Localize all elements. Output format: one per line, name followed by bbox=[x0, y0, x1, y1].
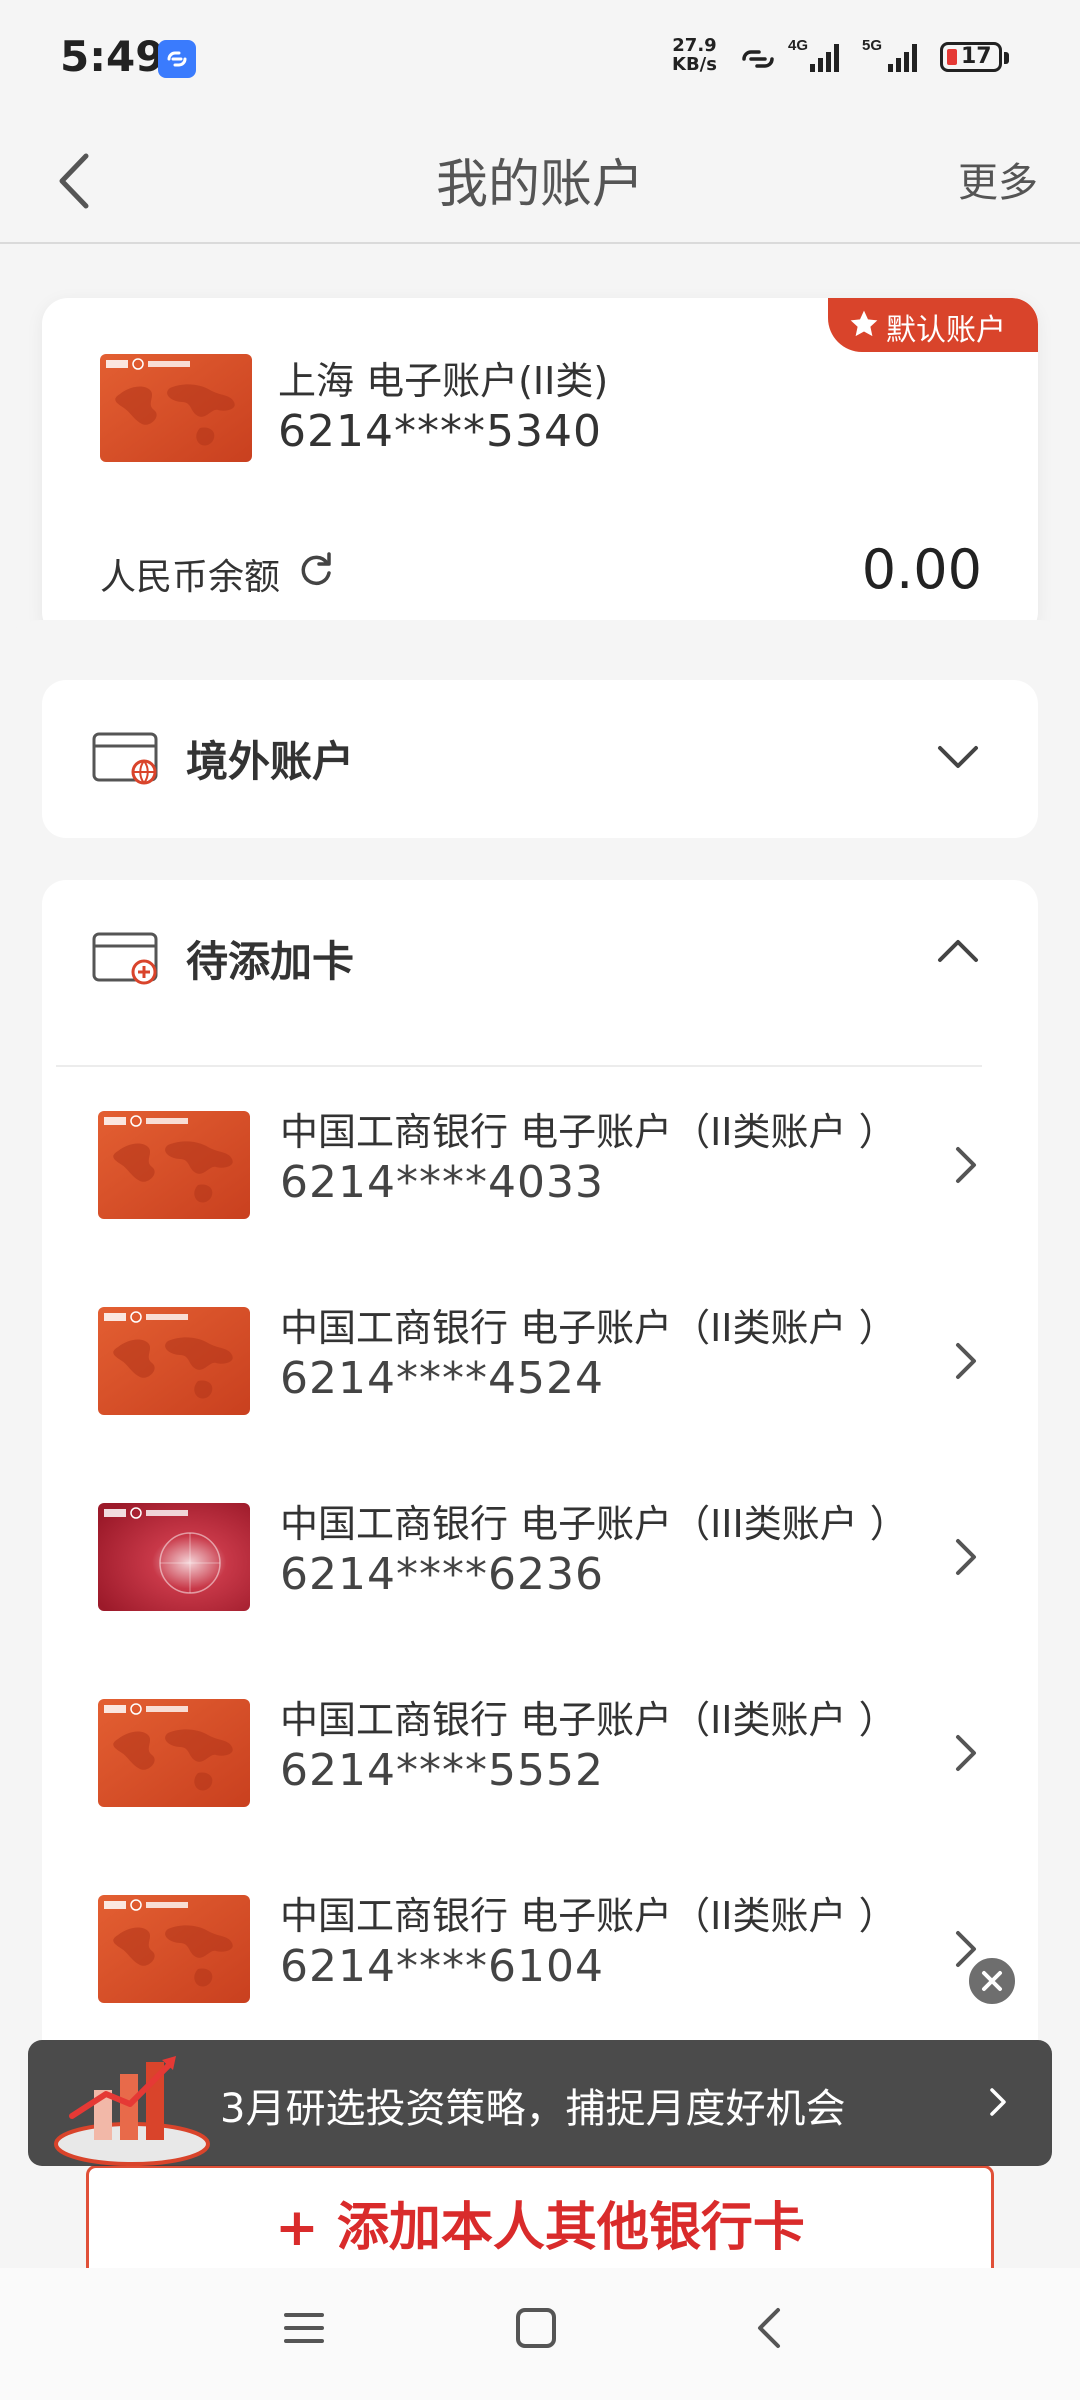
card-name: 中国工商银行 电子账户（II类账户 ） bbox=[280, 1698, 897, 1742]
bank-card-image bbox=[98, 1895, 250, 2003]
card-name: 中国工商银行 电子账户（II类账户 ） bbox=[280, 1110, 897, 1154]
bank-card-image bbox=[98, 1503, 250, 1611]
refresh-icon[interactable] bbox=[296, 549, 336, 589]
default-account-card[interactable]: 默认账户 上海 电子账户(II类) 6214****5340 人民币余额 0.0… bbox=[42, 298, 1038, 638]
chevron-right-icon bbox=[956, 1735, 976, 1771]
bank-card-image bbox=[98, 1307, 250, 1415]
card-number: 6214****5552 bbox=[280, 1745, 604, 1796]
close-icon bbox=[982, 1971, 1002, 1991]
card-list-item[interactable]: 中国工商银行 电子账户（II类账户 ） 6214****5552 bbox=[42, 1655, 1038, 1851]
menu-icon[interactable] bbox=[282, 2306, 326, 2350]
promo-banner[interactable]: 3月研选投资策略，捕捉月度好机会 bbox=[28, 2040, 1052, 2166]
investment-chart-illustration bbox=[54, 2056, 210, 2166]
chevron-right-icon bbox=[956, 1539, 976, 1575]
card-list-item[interactable]: 中国工商银行 电子账户（III类账户 ） 6214****6236 bbox=[42, 1459, 1038, 1655]
card-number: 6214****4524 bbox=[280, 1353, 604, 1404]
star-icon bbox=[850, 310, 878, 337]
card-list-item[interactable]: 中国工商银行 电子账户（II类账户 ） 6214****4033 bbox=[42, 1067, 1038, 1263]
balance-label: 人民币余额 bbox=[100, 557, 281, 598]
back-icon[interactable] bbox=[748, 2306, 792, 2350]
add-card-icon bbox=[92, 932, 158, 985]
card-list-item[interactable]: 中国工商银行 电子账户（II类账户 ） 6214****6104 bbox=[42, 1851, 1038, 2047]
page-title: 我的账户 bbox=[435, 155, 644, 215]
app-header: 我的账户 更多 bbox=[0, 120, 1080, 244]
balance-value: 0.00 bbox=[861, 538, 982, 601]
pending-cards-section[interactable]: 待添加卡 bbox=[42, 880, 1038, 1080]
chevron-right-icon bbox=[990, 2088, 1006, 2116]
net-speed: 27.9 KB/s bbox=[672, 35, 717, 75]
bank-card-image bbox=[100, 354, 252, 462]
chevron-down-icon[interactable] bbox=[934, 740, 982, 772]
overseas-accounts-section[interactable]: 境外账户 bbox=[42, 680, 1038, 838]
card-list-item[interactable]: 中国工商银行 电子账户（II类账户 ） 6214****4524 bbox=[42, 1263, 1038, 1459]
system-nav-bar bbox=[0, 2268, 1080, 2400]
app-notification-icon bbox=[158, 40, 196, 78]
card-name: 中国工商银行 电子账户（III类账户 ） bbox=[280, 1502, 908, 1546]
add-other-bank-card-button[interactable]: + 添加本人其他银行卡 bbox=[86, 2165, 994, 2285]
section-title: 待添加卡 bbox=[186, 937, 355, 986]
more-button[interactable]: 更多 bbox=[958, 150, 1038, 208]
card-number: 6214****6104 bbox=[280, 1941, 604, 1992]
svg-text:5G: 5G bbox=[862, 37, 882, 54]
status-bar: 5:49 27.9 KB/s 4G 5G 17 bbox=[0, 0, 1080, 120]
chevron-right-icon bbox=[956, 1343, 976, 1379]
close-promo-button[interactable] bbox=[966, 1955, 1018, 2007]
signal-5g-icon: 5G bbox=[862, 37, 917, 72]
link-icon bbox=[742, 50, 774, 68]
chevron-right-icon bbox=[956, 1147, 976, 1183]
home-icon[interactable] bbox=[514, 2306, 558, 2350]
bank-card-image bbox=[98, 1699, 250, 1807]
globe-card-icon bbox=[92, 732, 158, 785]
status-time: 5:49 bbox=[60, 32, 165, 81]
battery-icon: 17 bbox=[940, 42, 1002, 72]
signal-4g-icon: 4G bbox=[788, 37, 839, 72]
battery-level: 17 bbox=[961, 44, 992, 69]
card-number: 6214****6236 bbox=[280, 1549, 604, 1600]
account-number: 6214****5340 bbox=[278, 406, 602, 457]
section-title: 境外账户 bbox=[186, 737, 355, 786]
bank-card-image bbox=[98, 1111, 250, 1219]
card-number: 6214****4033 bbox=[280, 1157, 604, 1208]
account-name: 上海 电子账户(II类) bbox=[278, 359, 609, 403]
card-name: 中国工商银行 电子账户（II类账户 ） bbox=[280, 1894, 897, 1938]
svg-text:4G: 4G bbox=[788, 37, 808, 54]
promo-text: 3月研选投资策略，捕捉月度好机会 bbox=[220, 2086, 846, 2132]
chevron-up-icon[interactable] bbox=[934, 936, 982, 968]
card-name: 中国工商银行 电子账户（II类账户 ） bbox=[280, 1306, 897, 1350]
default-account-badge: 默认账户 bbox=[828, 298, 1038, 352]
